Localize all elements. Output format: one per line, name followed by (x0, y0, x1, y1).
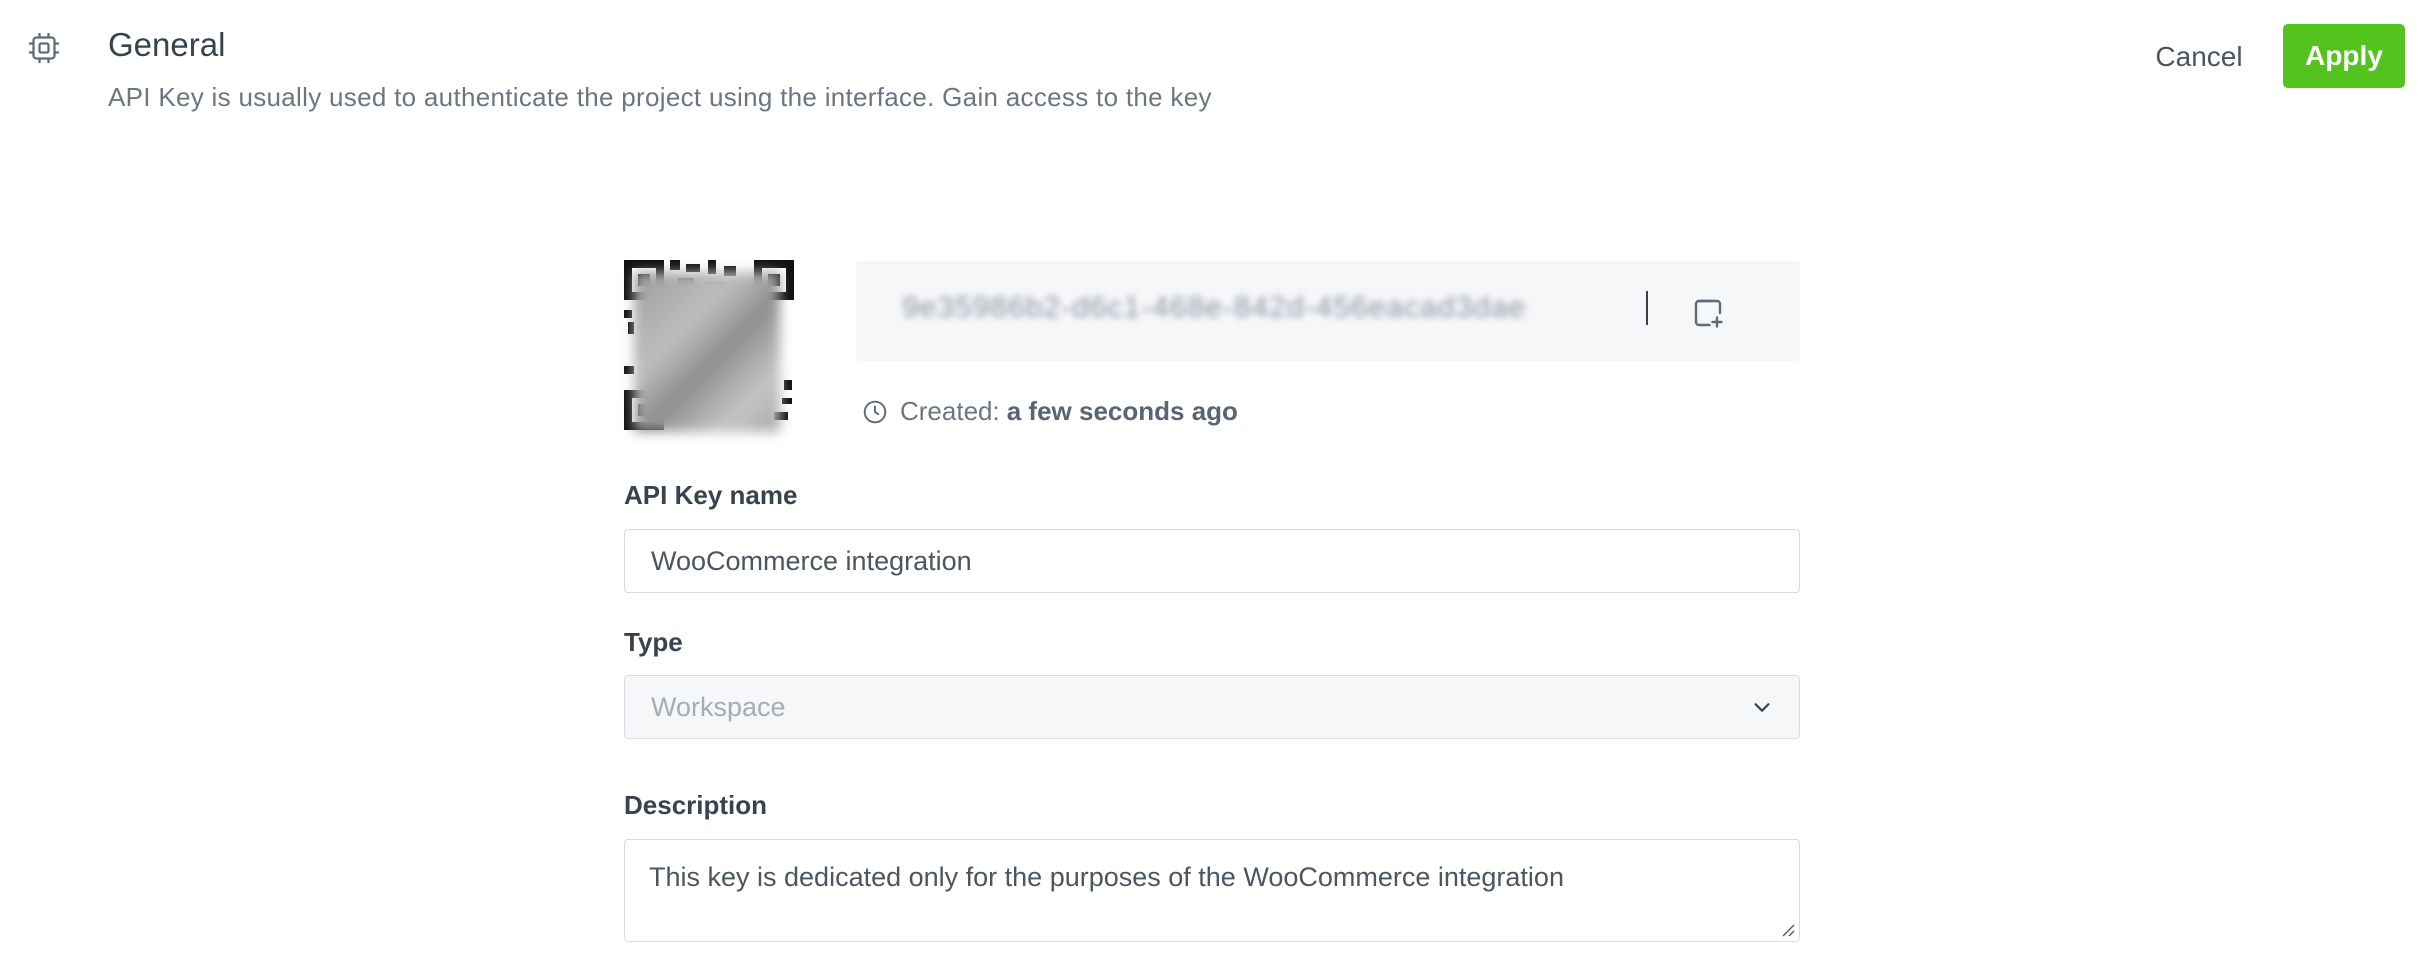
resize-handle-icon[interactable] (1779, 921, 1795, 937)
api-key-value: 9e35986b2-d6c1-468e-842d-456eacad3dae (902, 291, 1527, 324)
type-label: Type (624, 627, 683, 657)
type-select[interactable]: Workspace (624, 675, 1800, 739)
settings-chip-icon (29, 33, 59, 63)
created-info: Created: a few seconds ago (862, 396, 1238, 427)
api-key-display[interactable]: 9e35986b2-d6c1-468e-842d-456eacad3dae (856, 261, 1800, 361)
chevron-down-icon (1754, 703, 1770, 712)
text-cursor (1646, 291, 1648, 325)
cancel-button[interactable]: Cancel (2138, 24, 2260, 90)
description-textarea[interactable]: This key is dedicated only for the purpo… (624, 839, 1800, 942)
description-text: This key is dedicated only for the purpo… (649, 862, 1564, 892)
api-key-name-label: API Key name (624, 480, 798, 510)
apply-button[interactable]: Apply (2283, 24, 2405, 88)
qr-code-image (624, 260, 794, 432)
page-subtitle: API Key is usually used to authenticate … (108, 82, 1212, 112)
api-key-name-input[interactable] (624, 529, 1800, 593)
type-select-value: Workspace (651, 691, 786, 722)
copy-icon[interactable] (1690, 295, 1726, 331)
page-title: General (108, 26, 226, 63)
description-label: Description (624, 790, 768, 820)
clock-icon (863, 400, 887, 423)
created-label: Created: (900, 396, 1000, 426)
created-value: a few seconds ago (1006, 396, 1238, 426)
